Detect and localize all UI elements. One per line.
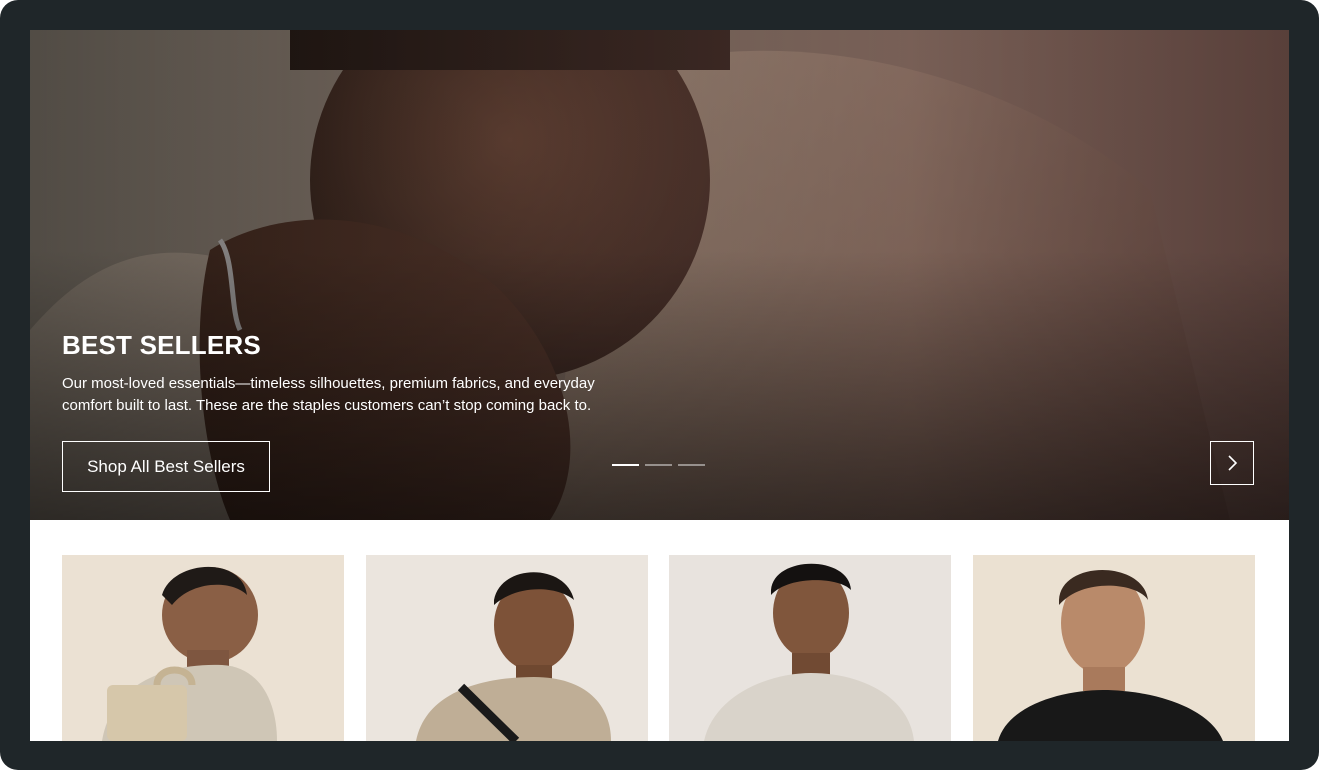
carousel-dot-2[interactable] bbox=[645, 464, 672, 466]
product-image bbox=[669, 555, 951, 741]
product-card[interactable] bbox=[973, 555, 1255, 741]
shop-all-best-sellers-button[interactable]: Shop All Best Sellers bbox=[62, 441, 270, 492]
carousel-indicators bbox=[612, 464, 705, 466]
hero-description: Our most-loved essentials—timeless silho… bbox=[62, 375, 595, 414]
carousel-dot-3[interactable] bbox=[678, 464, 705, 466]
hero-banner: BEST SELLERS Our most-loved essentials—t… bbox=[30, 30, 1289, 520]
product-image bbox=[366, 555, 648, 741]
product-card[interactable] bbox=[366, 555, 648, 741]
carousel-next-button[interactable] bbox=[1210, 441, 1254, 485]
device-frame: BEST SELLERS Our most-loved essentials—t… bbox=[0, 0, 1319, 770]
screen: BEST SELLERS Our most-loved essentials—t… bbox=[30, 30, 1289, 741]
product-card[interactable] bbox=[62, 555, 344, 741]
product-image bbox=[62, 555, 344, 741]
carousel-dot-1[interactable] bbox=[612, 464, 639, 466]
product-grid bbox=[62, 555, 1255, 741]
product-image bbox=[973, 555, 1255, 741]
chevron-right-icon bbox=[1228, 455, 1238, 471]
hero-text: BEST SELLERS Our most-loved essentials—t… bbox=[62, 330, 662, 417]
hero-title: BEST SELLERS bbox=[62, 330, 261, 360]
product-card[interactable] bbox=[669, 555, 951, 741]
